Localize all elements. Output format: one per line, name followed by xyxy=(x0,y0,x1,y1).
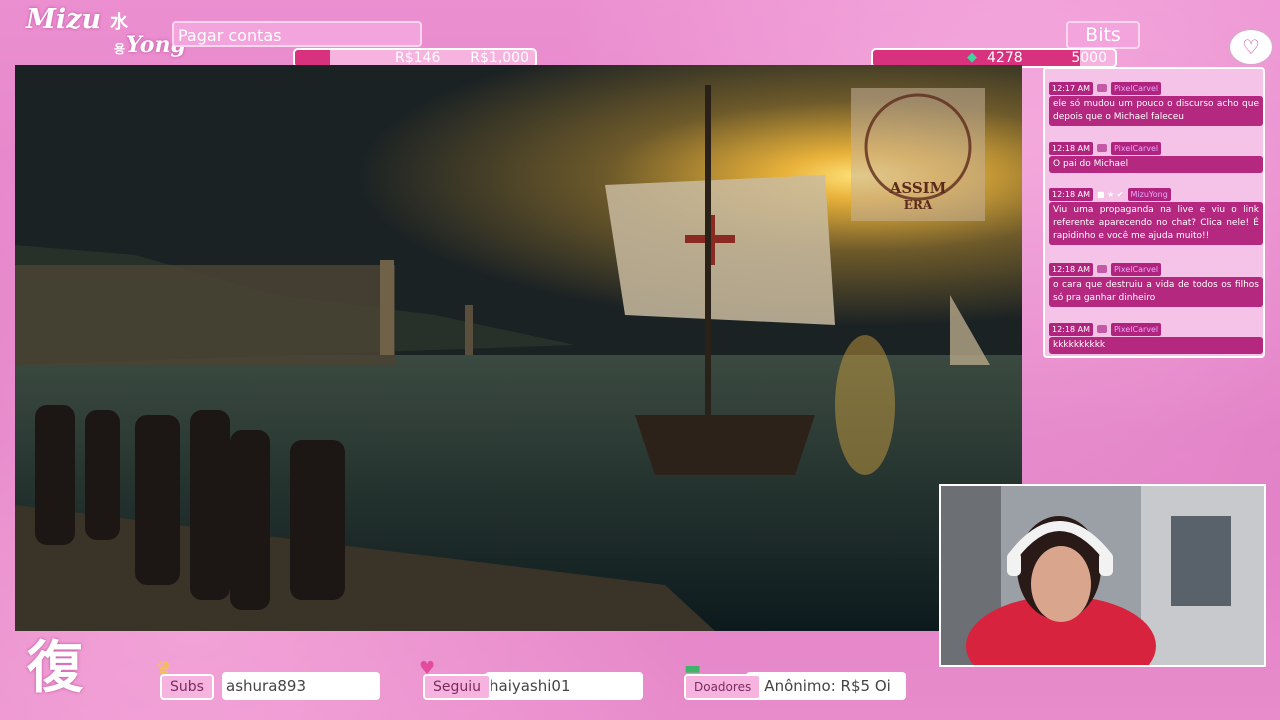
donors-box: ▬ 5 Anônimo: R$5 Oi Doadores xyxy=(684,658,908,702)
bits-goal-target: 5000 xyxy=(1071,50,1107,66)
chat-username[interactable]: PixelCarvel xyxy=(1110,81,1162,95)
chat-message: 12:18 AM PixelCarvel kkkkkkkkkk xyxy=(1049,322,1263,354)
chat-message: 12:17 AM PixelCarvel ele só mudou um pou… xyxy=(1049,81,1263,126)
chat-timestamp: 12:17 AM xyxy=(1049,81,1093,95)
watermark-line1: ASSIM xyxy=(889,179,947,197)
channel-logo: Mizu 水 용 Yong xyxy=(26,4,186,64)
chat-timestamp: 12:18 AM xyxy=(1049,322,1093,336)
latest-sub-box: ♛ ashura893 Subs xyxy=(156,658,382,702)
heart-chat-icon: ♡ xyxy=(1228,28,1274,66)
follow-label: Seguiu xyxy=(423,674,492,700)
chat-badge-icon xyxy=(1096,144,1107,152)
bits-gem-icon: ◆ xyxy=(967,50,977,65)
chat-message-text: ele só mudou um pouco o discurso acho qu… xyxy=(1049,96,1263,126)
latest-follow-value: haiyashi01 xyxy=(485,672,643,700)
corner-kanji-logo: 復 xyxy=(27,636,83,701)
chat-username[interactable]: PixelCarvel xyxy=(1110,262,1162,276)
bits-goal-title: Bits xyxy=(1066,21,1140,49)
donation-goal-current: R$146 xyxy=(395,50,441,66)
chat-username[interactable]: MizuYong xyxy=(1127,187,1171,201)
donation-goal-fill xyxy=(295,50,331,66)
chat-message: 12:18 AM ■ ★ ✔ MizuYong Viu uma propagan… xyxy=(1049,187,1263,245)
chat-message-text: O pai do Michael xyxy=(1049,156,1263,173)
logo-korean: 용 xyxy=(114,42,126,56)
chat-message-text: kkkkkkkkkk xyxy=(1049,337,1263,354)
chat-timestamp: 12:18 AM xyxy=(1049,141,1093,155)
chat-badge-icon xyxy=(1096,325,1107,333)
donation-goal-title: Pagar contas xyxy=(172,21,422,47)
chat-panel: 12:17 AM PixelCarvel ele só mudou um pou… xyxy=(1043,67,1265,358)
chat-message: 12:18 AM PixelCarvel o cara que destruiu… xyxy=(1049,262,1263,307)
watermark-line2: ERA xyxy=(904,198,933,212)
chat-timestamp: 12:18 AM xyxy=(1049,187,1093,201)
chat-message-text: Viu uma propaganda na live e viu o link … xyxy=(1049,202,1263,245)
chat-badge-icon xyxy=(1096,84,1107,92)
donors-ticker: 5 Anônimo: R$5 Oi xyxy=(746,672,906,700)
chat-username[interactable]: PixelCarvel xyxy=(1110,141,1162,155)
logo-text-mizu: Mizu xyxy=(26,4,102,35)
chat-message: 12:18 AM PixelCarvel O pai do Michael xyxy=(1049,141,1263,173)
chat-badge-icon xyxy=(1096,265,1107,273)
chat-timestamp: 12:18 AM xyxy=(1049,262,1093,276)
chat-username[interactable]: PixelCarvel xyxy=(1110,322,1162,336)
webcam-feed xyxy=(939,484,1266,667)
logo-kanji: 水 xyxy=(110,12,128,33)
latest-sub-value: ashura893 xyxy=(222,672,380,700)
broadcaster-badges-icon: ■ ★ ✔ xyxy=(1096,189,1124,199)
stream-video: ASSIM ERA xyxy=(15,65,1022,631)
bits-goal-current: 4278 xyxy=(987,50,1023,66)
donation-goal-target: R$1,000 xyxy=(470,50,529,66)
latest-follow-box: ♥ haiyashi01 Seguiu xyxy=(419,658,645,702)
subs-label: Subs xyxy=(160,674,214,700)
donors-label: Doadores xyxy=(684,674,762,700)
chat-message-text: o cara que destruiu a vida de todos os f… xyxy=(1049,277,1263,307)
